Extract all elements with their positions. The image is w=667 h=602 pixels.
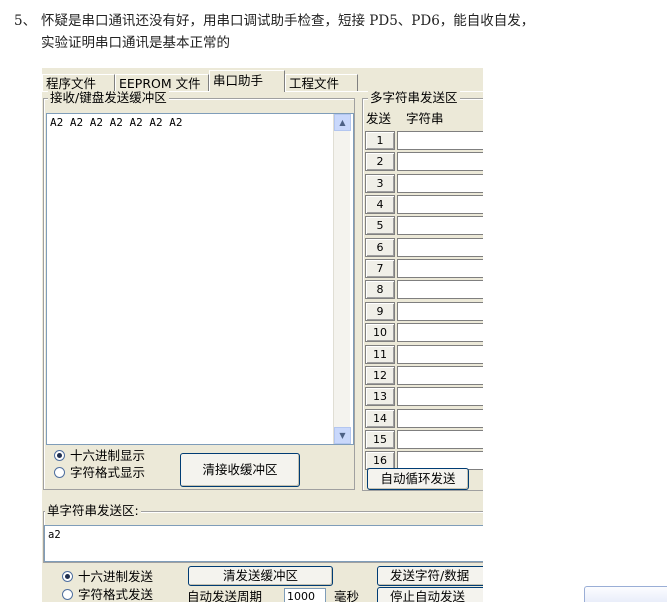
scroll-down-icon[interactable]: ▼ (334, 427, 351, 444)
row-string-field[interactable] (397, 323, 483, 343)
send-row-button[interactable]: 10 (365, 323, 395, 343)
clear-send-button[interactable]: 清发送缓冲区 (188, 566, 333, 586)
auto-loop-send-button[interactable]: 自动循环发送 (367, 468, 469, 490)
row-string-field[interactable] (397, 408, 483, 428)
taskbar-corner (584, 586, 667, 602)
send-row-button[interactable]: 6 (365, 237, 395, 257)
note-line-2: 实验证明串口通讯是基本正常的 (41, 35, 230, 51)
send-row-button[interactable]: 12 (365, 365, 395, 385)
scroll-up-icon[interactable]: ▲ (334, 114, 351, 131)
send-row-button[interactable]: 9 (365, 301, 395, 321)
row-string-field[interactable] (397, 152, 483, 172)
radio-hex-send[interactable]: 十六进制发送 (62, 569, 153, 585)
row-string-field[interactable] (397, 131, 483, 150)
receive-buffer[interactable]: A2 A2 A2 A2 A2 A2 A2 (46, 113, 354, 445)
send-data-button[interactable]: 发送字符/数据 (377, 566, 483, 586)
row-string-field[interactable] (397, 344, 483, 364)
row-string-field[interactable] (397, 173, 483, 193)
send-row-button[interactable]: 1 (365, 131, 395, 150)
auto-period-input[interactable]: 1000 (284, 588, 326, 602)
radio-selected-icon (62, 571, 73, 582)
row-string-field[interactable] (397, 237, 483, 257)
row-string-field[interactable] (397, 259, 483, 279)
send-row-button[interactable]: 14 (365, 408, 395, 428)
tab-eeprom-file[interactable]: EEPROM 文件 (115, 74, 209, 91)
send-row-button[interactable]: 13 (365, 387, 395, 407)
radio-char-send-label: 字符格式发送 (78, 587, 154, 602)
single-string-title: 单字符串发送区: (45, 503, 141, 518)
radio-char-send[interactable]: 字符格式发送 (62, 587, 153, 602)
stop-auto-send-button[interactable]: 停止自动发送 (377, 587, 483, 602)
auto-period-label: 自动发送周期 (187, 589, 263, 602)
send-row-button[interactable]: 11 (365, 344, 395, 364)
send-row-button[interactable]: 4 (365, 195, 395, 215)
row-string-field[interactable] (397, 301, 483, 321)
note-line-1: 怀疑是串口通讯还没有好，用串口调试助手检查，短接 PD5、PD6，能自收自发， (41, 13, 535, 29)
row-string-field[interactable] (397, 195, 483, 215)
note-number: 5、 (14, 13, 37, 29)
radio-hex-display[interactable]: 十六进制显示 (54, 448, 145, 464)
send-row-button[interactable]: 7 (365, 259, 395, 279)
auto-period-unit: 毫秒 (334, 589, 360, 602)
send-row-button[interactable]: 15 (365, 429, 395, 449)
radio-hex-send-label: 十六进制发送 (78, 569, 154, 584)
send-row-button[interactable]: 3 (365, 173, 395, 193)
send-row-button[interactable]: 2 (365, 152, 395, 172)
radio-hex-display-label: 十六进制显示 (70, 448, 146, 463)
row-string-field[interactable] (397, 365, 483, 385)
radio-unselected-icon (62, 589, 73, 600)
receive-title: 接收/键盘发送缓冲区 (48, 90, 169, 105)
radio-unselected-icon (54, 467, 65, 478)
row-string-field[interactable] (397, 429, 483, 449)
radio-char-display-label: 字符格式显示 (70, 465, 146, 480)
radio-selected-icon (54, 450, 65, 461)
receive-scrollbar[interactable]: ▲ ▼ (333, 114, 351, 444)
serial-assistant-screenshot: 程序文件 EEPROM 文件 串口助手 工程文件 接收/键盘发送缓冲区 A2 A… (42, 68, 483, 602)
send-row-button[interactable]: 5 (365, 216, 395, 236)
single-string-input[interactable]: a2 (44, 525, 483, 562)
multi-string-rows: 1 2 3 4 5 6 7 8 9 10 11 12 13 14 15 16 (362, 68, 483, 471)
tab-project-file[interactable]: 工程文件 (285, 74, 358, 91)
clear-receive-button[interactable]: 清接收缓冲区 (180, 453, 300, 487)
tab-program-file[interactable]: 程序文件 (42, 74, 115, 91)
row-string-field[interactable] (397, 216, 483, 236)
send-row-button[interactable]: 8 (365, 280, 395, 300)
radio-char-display[interactable]: 字符格式显示 (54, 465, 145, 481)
row-string-field[interactable] (397, 387, 483, 407)
row-string-field[interactable] (397, 280, 483, 300)
tab-serial-assistant[interactable]: 串口助手 (209, 70, 285, 92)
